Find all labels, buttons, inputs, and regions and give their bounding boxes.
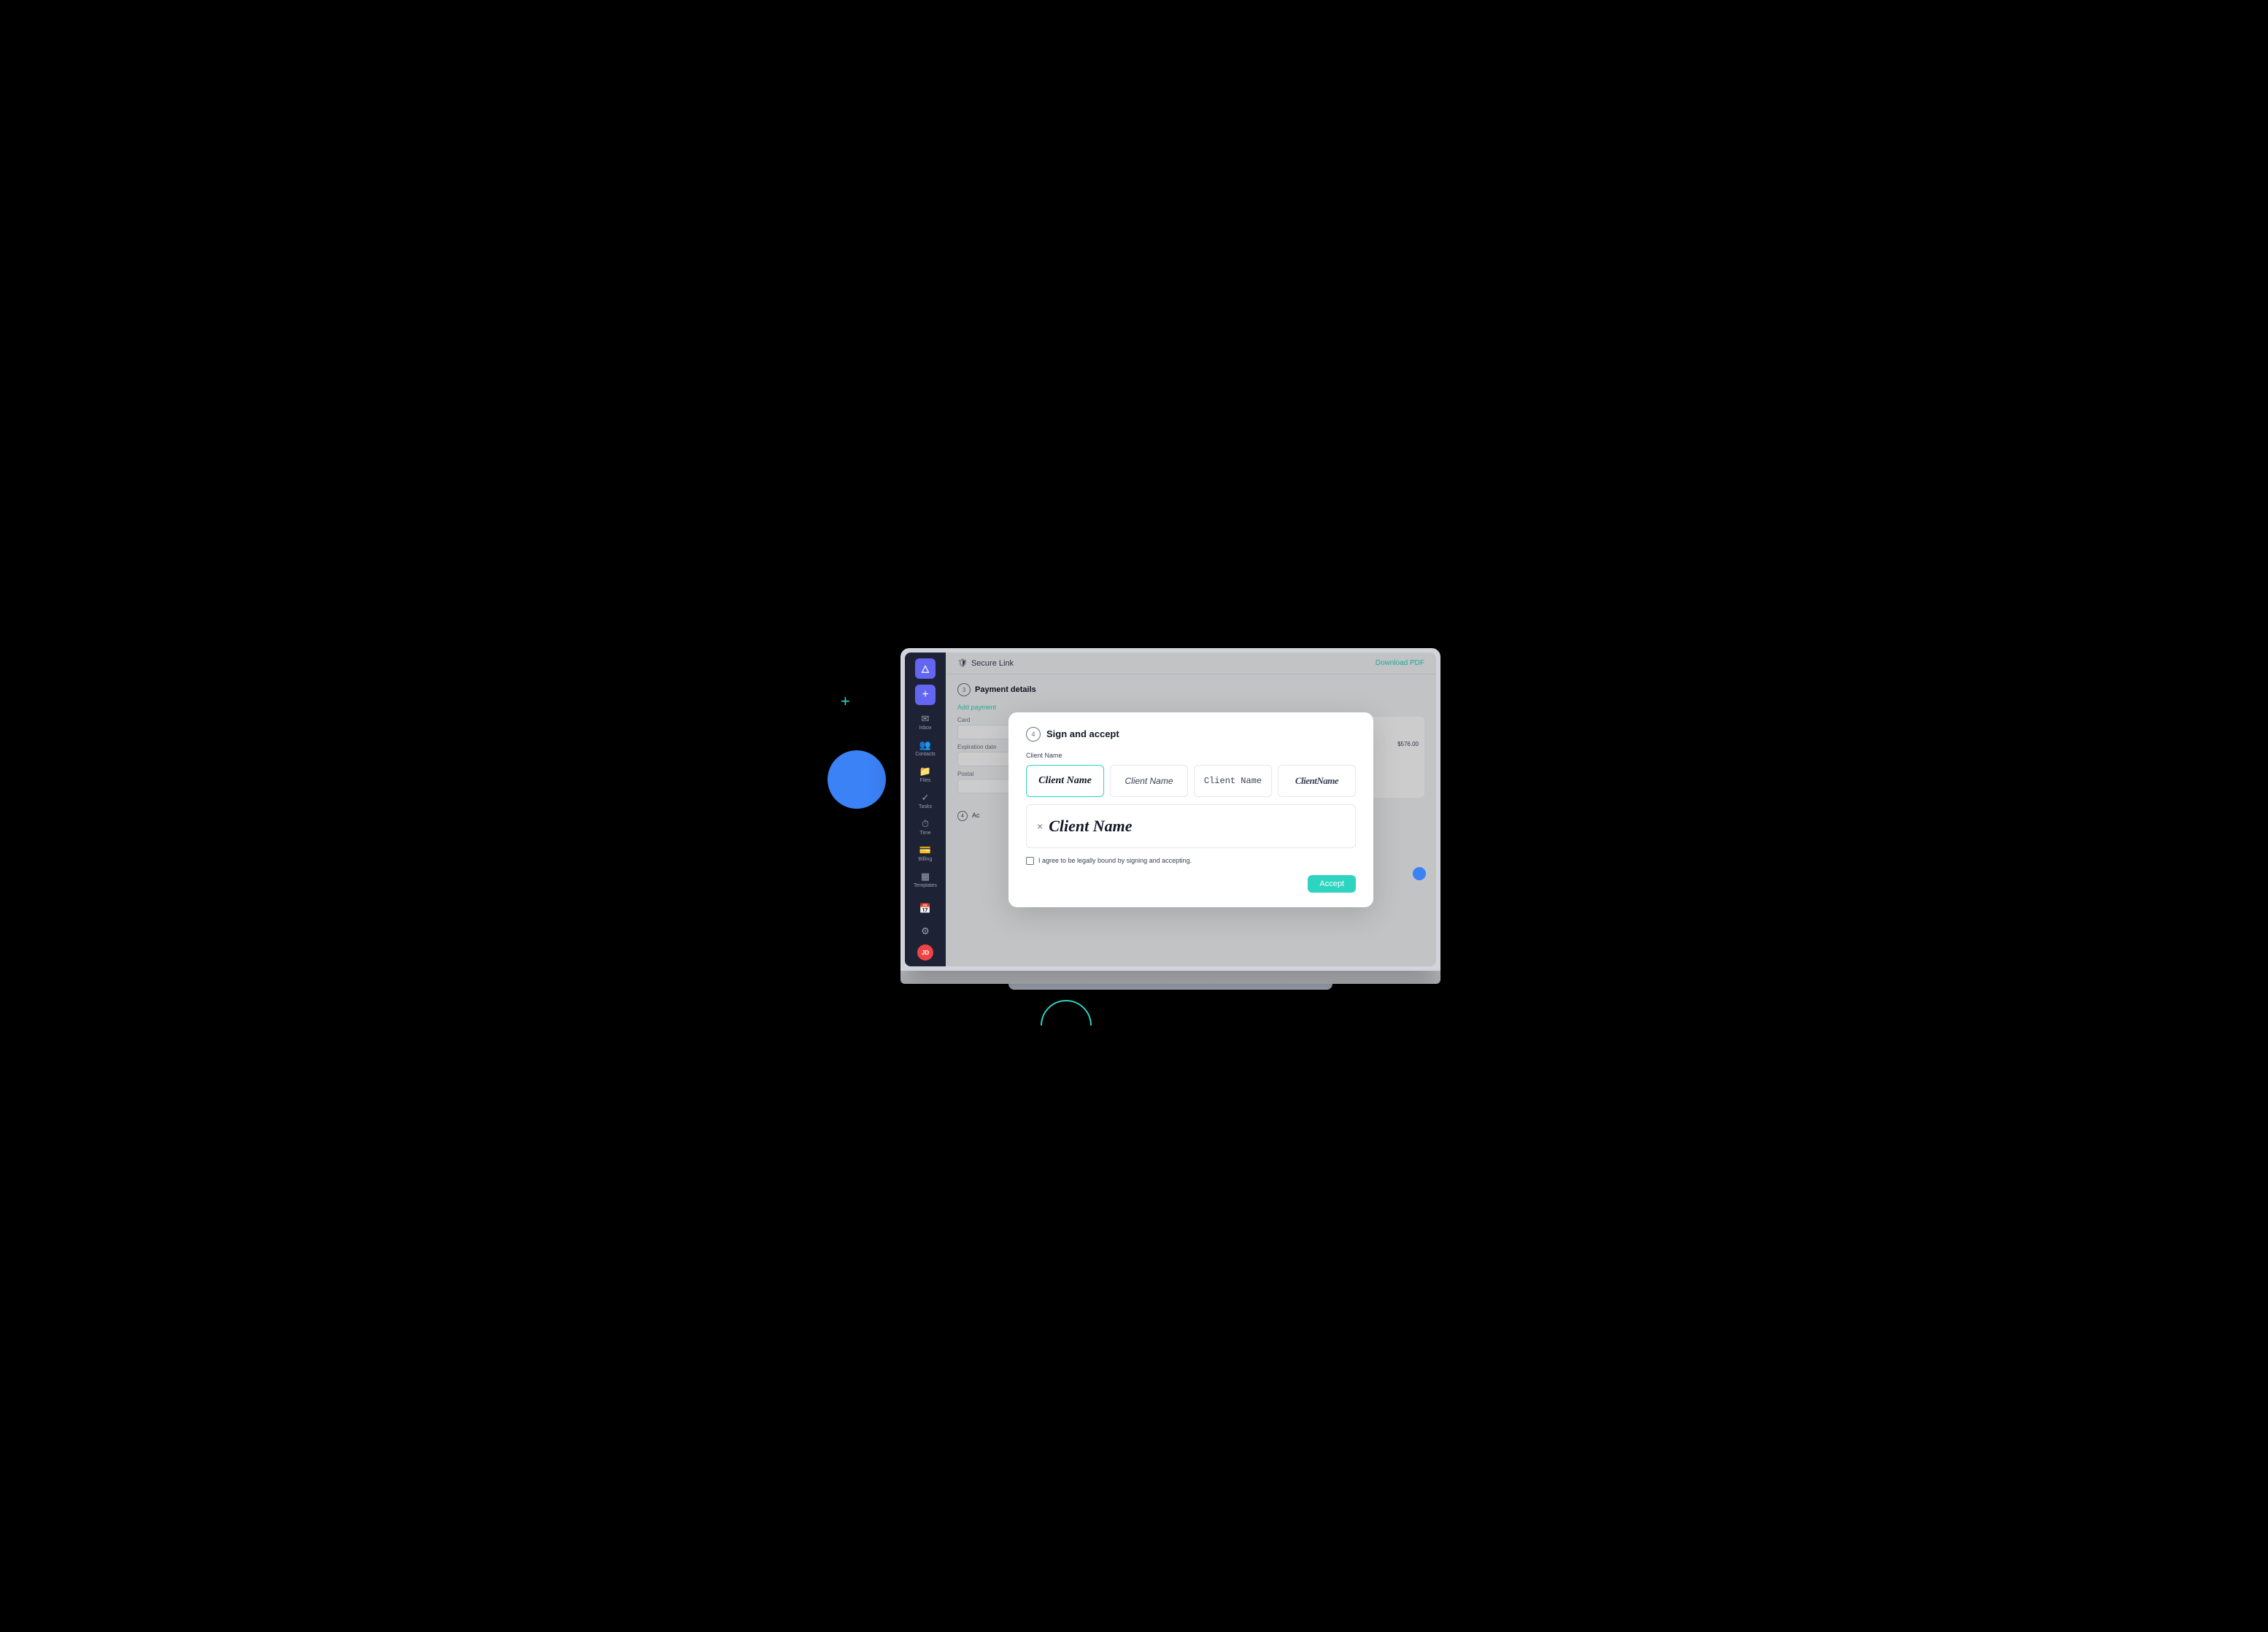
sidebar-item-billing[interactable]: 💳 Billing [909,841,942,866]
sidebar-item-tasks[interactable]: ✓ Tasks [909,788,942,813]
signature-x-mark: × [1037,820,1043,832]
deco-plus-icon: + [841,692,850,711]
sidebar-item-inbox[interactable]: ✉ Inbox [909,709,942,734]
templates-icon: ▦ [921,871,930,882]
accept-button[interactable]: Accept [1308,875,1356,893]
contacts-icon: 👥 [919,739,931,751]
billing-icon: 💳 [919,844,931,856]
sig-option-3[interactable]: Client Name [1194,765,1272,797]
deco-arc [1041,1000,1092,1051]
sidebar-label-templates: Templates [914,883,937,888]
laptop: △ + ✉ Inbox 👥 Contacts 📁 Files [900,648,1440,990]
inbox-icon: ✉ [922,713,930,725]
files-icon: 📁 [919,766,931,777]
sidebar-label-time: Time [919,831,930,836]
tasks-icon: ✓ [922,792,930,804]
settings-icon: ⚙ [921,925,930,937]
sidebar-label-files: Files [920,778,931,783]
modal-overlay: 4 Sign and accept Client Name Client Nam… [946,653,1436,966]
agree-row: I agree to be legally bound by signing a… [1026,857,1356,865]
client-name-field-label: Client Name [1026,752,1356,759]
modal-title: Sign and accept [1046,728,1119,739]
sidebar-label-billing: Billing [919,857,933,862]
laptop-screen: △ + ✉ Inbox 👥 Contacts 📁 Files [905,653,1436,966]
sidebar-label-tasks: Tasks [919,804,932,809]
laptop-base [900,971,1440,984]
calendar-icon: 📅 [919,903,931,915]
sidebar-label-contacts: Contacts [915,752,936,757]
sidebar-label-inbox: Inbox [919,725,931,731]
sidebar-item-time[interactable]: ⏱ Time [909,815,942,839]
sidebar-bottom: 📅 ⚙ JD [909,899,942,961]
sign-accept-modal: 4 Sign and accept Client Name Client Nam… [1008,712,1373,907]
time-icon: ⏱ [922,818,929,830]
laptop-foot [1008,984,1332,990]
modal-step-number: 4 [1026,727,1041,742]
sig-text-2: Client Name [1125,776,1173,786]
sig-text-1: Client Name [1038,775,1092,787]
sidebar-item-files[interactable]: 📁 Files [909,762,942,787]
laptop-screen-frame: △ + ✉ Inbox 👥 Contacts 📁 Files [900,648,1440,971]
sidebar: △ + ✉ Inbox 👥 Contacts 📁 Files [905,653,946,966]
deco-blue-circle [828,750,886,809]
app-logo: △ [915,658,936,679]
add-button[interactable]: + [915,685,936,705]
modal-header: 4 Sign and accept [1026,727,1356,742]
sig-option-1[interactable]: Client Name [1026,765,1104,797]
signature-canvas[interactable]: × Client Name [1026,804,1356,848]
main-scene: + △ + ✉ Inbox 👥 Contacts [806,590,1462,1042]
sidebar-item-settings[interactable]: ⚙ [909,922,942,942]
sig-option-4[interactable]: ClientName [1278,765,1356,797]
agree-text: I agree to be legally bound by signing a… [1038,857,1192,864]
sidebar-item-calendar[interactable]: 📅 [909,899,942,919]
user-avatar[interactable]: JD [917,944,933,961]
sig-option-2[interactable]: Client Name [1110,765,1188,797]
modal-footer: Accept [1026,875,1356,893]
sidebar-item-templates[interactable]: ▦ Templates [909,867,942,892]
sig-text-3: Client Name [1204,776,1262,786]
agree-checkbox[interactable] [1026,857,1034,865]
sidebar-item-contacts[interactable]: 👥 Contacts [909,736,942,761]
sig-text-4: ClientName [1295,775,1338,787]
main-content: 🛡 Secure Link Download PDF 3 Payment det… [946,653,1436,966]
signature-written-name: Client Name [1049,817,1132,836]
signature-options: Client Name Client Name Client Name Clie… [1026,765,1356,797]
deco-blue-circle-small [1413,867,1426,880]
